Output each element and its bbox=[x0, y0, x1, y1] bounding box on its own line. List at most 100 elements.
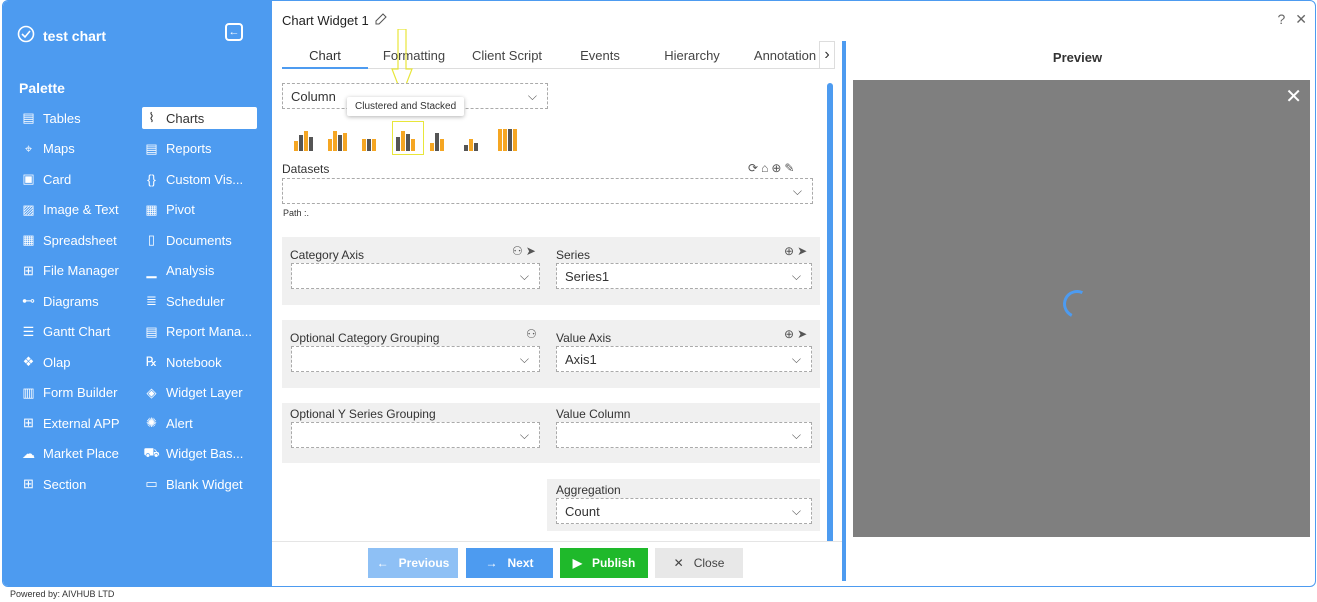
palette-item-notebook[interactable]: ℞ Notebook bbox=[142, 351, 257, 373]
palette-item-gantt-chart[interactable]: ☰ Gantt Chart bbox=[19, 321, 134, 343]
palette-item-section[interactable]: ⊞ Section bbox=[19, 473, 134, 495]
report-manager-icon: ▤ bbox=[145, 323, 158, 339]
aggregation-value: Count bbox=[565, 503, 600, 519]
palette-item-widget-bas[interactable]: ⛟ Widget Bas... bbox=[142, 443, 257, 465]
collapse-sidebar-icon[interactable]: ← bbox=[225, 23, 243, 41]
basket-icon: ⛟ bbox=[143, 444, 160, 460]
close-preview-icon[interactable]: ✕ bbox=[1285, 84, 1302, 109]
datasets-select[interactable]: ⌵ bbox=[282, 178, 813, 204]
palette-item-label: Documents bbox=[166, 232, 232, 248]
palette-item-analysis[interactable]: ▁ Analysis bbox=[142, 260, 257, 282]
add-circle-icon[interactable]: ⊕ bbox=[784, 327, 794, 341]
tab-chart[interactable]: Chart bbox=[282, 45, 368, 69]
palette-item-diagrams[interactable]: ⊷ Diagrams bbox=[19, 290, 134, 312]
palette-item-custom-vis[interactable]: {} Custom Vis... bbox=[142, 168, 257, 190]
close-window-icon[interactable]: ✕ bbox=[1295, 11, 1307, 28]
full-stacked-column-icon[interactable] bbox=[498, 125, 522, 151]
category-axis-select[interactable]: ⌵ bbox=[291, 263, 540, 289]
palette-item-reports[interactable]: ▤ Reports bbox=[142, 138, 257, 160]
palette-item-report-mana[interactable]: ▤ Report Mana... bbox=[142, 321, 257, 343]
close-button-label: Close bbox=[693, 556, 725, 570]
palette-item-widget-layer[interactable]: ◈ Widget Layer bbox=[142, 382, 257, 404]
help-icon[interactable]: ? bbox=[1277, 11, 1285, 28]
aggregation-label: Aggregation bbox=[556, 483, 621, 497]
stacked-100-column-icon[interactable] bbox=[362, 125, 386, 151]
edit-title-icon[interactable] bbox=[375, 13, 387, 28]
tab-events[interactable]: Events bbox=[554, 45, 646, 69]
preview-canvas: ✕ bbox=[853, 80, 1310, 537]
tab-hierarchy[interactable]: Hierarchy bbox=[646, 45, 738, 69]
tab-annotation[interactable]: Annotation bbox=[738, 45, 832, 69]
series-actions: ⊕ ➤ bbox=[784, 244, 807, 258]
axis-panel: Category Axis ⚇ ➤ ⌵ Series ⊕ ➤ Series1 ⌵ bbox=[282, 237, 820, 305]
value-axis-select[interactable]: Axis1 ⌵ bbox=[556, 346, 812, 372]
app-title: test chart bbox=[17, 25, 106, 46]
chart-subtype-tooltip: Clustered and Stacked bbox=[347, 97, 465, 116]
palette-item-scheduler[interactable]: ≣ Scheduler bbox=[142, 290, 257, 312]
aggregation-select[interactable]: Count ⌵ bbox=[556, 498, 812, 524]
palette-item-charts[interactable]: ⌇ Charts bbox=[142, 107, 257, 129]
palette-item-label: Scheduler bbox=[166, 293, 225, 309]
send-icon[interactable]: ➤ bbox=[526, 244, 536, 258]
path-label: Path :. bbox=[283, 208, 310, 218]
value-axis-value: Axis1 bbox=[565, 351, 597, 367]
next-button-label: Next bbox=[507, 556, 534, 570]
tab-formatting[interactable]: Formatting bbox=[368, 45, 460, 69]
palette-item-maps[interactable]: ⌖ Maps bbox=[19, 138, 134, 160]
palette-item-card[interactable]: ▣ Card bbox=[19, 168, 134, 190]
waterfall-column-icon[interactable] bbox=[464, 125, 488, 151]
preview-title: Preview bbox=[1052, 50, 1103, 65]
editor-tabs: Chart Formatting Client Script Events Hi… bbox=[282, 45, 832, 69]
optional-category-grouping-select[interactable]: ⌵ bbox=[291, 346, 540, 372]
folder-tree-icon: ⊞ bbox=[23, 262, 34, 278]
map-icon: ⌖ bbox=[24, 140, 33, 156]
loading-spinner-icon bbox=[1059, 286, 1095, 322]
widget-editor: Chart Widget 1 Chart Formatting Client S… bbox=[272, 1, 845, 586]
palette-item-blank-widget[interactable]: ▭ Blank Widget bbox=[142, 473, 257, 495]
chevron-down-icon: ⌵ bbox=[791, 428, 801, 442]
optional-y-series-grouping-select[interactable]: ⌵ bbox=[291, 422, 540, 448]
palette-item-label: Card bbox=[43, 171, 72, 187]
home-icon[interactable]: ⌂ bbox=[761, 161, 768, 175]
palette-item-form-builder[interactable]: ▥ Form Builder bbox=[19, 382, 134, 404]
palette-item-alert[interactable]: ✺ Alert bbox=[142, 412, 257, 434]
clustered-and-stacked-icon[interactable] bbox=[392, 121, 424, 155]
close-button[interactable]: ✕ Close bbox=[655, 548, 743, 578]
add-circle-icon[interactable]: ⊕ bbox=[784, 244, 794, 258]
apps-icon: ⊞ bbox=[23, 415, 34, 430]
publish-button[interactable]: ▶ Publish bbox=[560, 548, 648, 578]
edit-icon[interactable]: ✎ bbox=[784, 161, 794, 175]
send-icon[interactable]: ➤ bbox=[797, 244, 807, 258]
form-icon: ▥ bbox=[22, 384, 35, 400]
palette-item-image-text[interactable]: ▨ Image & Text bbox=[19, 199, 134, 221]
palette-item-documents[interactable]: ▯ Documents bbox=[142, 229, 257, 251]
column-range-icon[interactable] bbox=[430, 125, 454, 151]
add-circle-icon[interactable]: ⊕ bbox=[771, 161, 781, 175]
palette-item-market-place[interactable]: ☁ Market Place bbox=[19, 443, 134, 465]
send-icon[interactable]: ➤ bbox=[797, 327, 807, 341]
palette-item-label: Report Mana... bbox=[166, 324, 252, 339]
previous-button[interactable]: ← Previous bbox=[368, 548, 458, 578]
window-actions: ? ✕ bbox=[1277, 11, 1307, 28]
value-column-select[interactable]: ⌵ bbox=[556, 422, 812, 448]
palette-item-label: Maps bbox=[43, 141, 75, 156]
palette-item-external-app[interactable]: ⊞ External APP bbox=[19, 412, 134, 434]
palette-item-olap[interactable]: ❖ Olap bbox=[19, 351, 134, 373]
editor-scrollbar[interactable] bbox=[827, 83, 833, 583]
refresh-icon[interactable]: ⟳ bbox=[748, 161, 758, 175]
tab-client-script[interactable]: Client Script bbox=[460, 45, 554, 69]
clustered-column-icon[interactable] bbox=[294, 125, 318, 151]
palette-item-pivot[interactable]: ▦ Pivot bbox=[142, 199, 257, 221]
palette-item-file-manager[interactable]: ⊞ File Manager bbox=[19, 260, 134, 282]
hierarchy-icon[interactable]: ⚇ bbox=[512, 244, 523, 258]
tabs-scroll-right-icon[interactable]: › bbox=[819, 41, 835, 69]
stacked-column-icon[interactable] bbox=[328, 125, 352, 151]
series-select[interactable]: Series1 ⌵ bbox=[556, 263, 812, 289]
palette-item-tables[interactable]: ▤ Tables bbox=[19, 107, 134, 129]
value-column-label: Value Column bbox=[556, 407, 631, 421]
alert-icon: ✺ bbox=[146, 415, 157, 430]
hierarchy-icon[interactable]: ⚇ bbox=[526, 327, 537, 341]
arrow-right-icon: → bbox=[485, 556, 498, 570]
next-button[interactable]: → Next bbox=[466, 548, 553, 578]
palette-item-spreadsheet[interactable]: ▦ Spreadsheet bbox=[19, 229, 134, 251]
